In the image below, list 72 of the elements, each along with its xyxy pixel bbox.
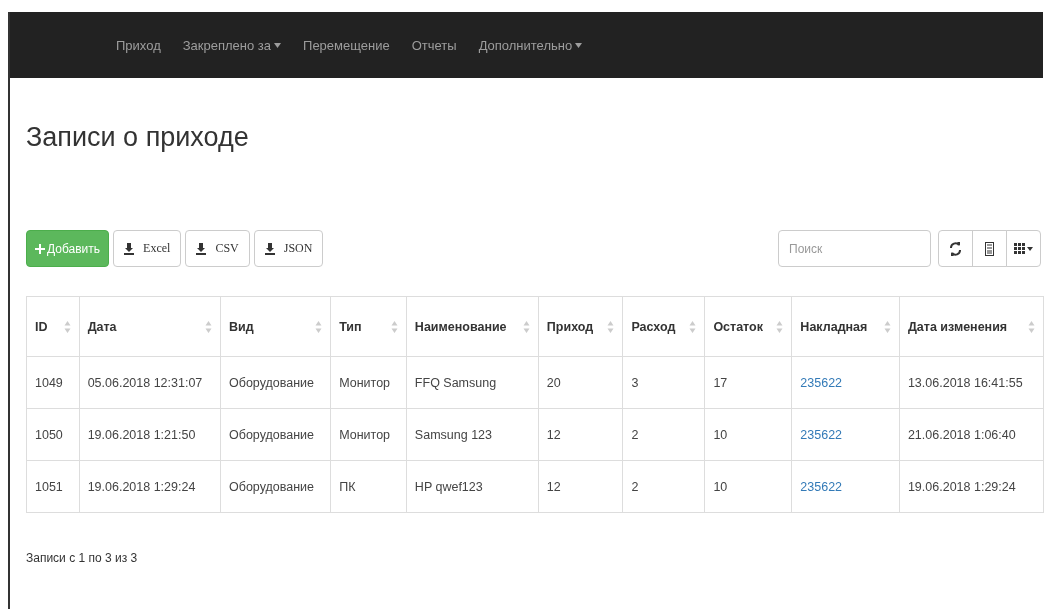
sort-icon[interactable] bbox=[522, 319, 530, 334]
table-cell: 19.06.2018 1:29:24 bbox=[899, 460, 1044, 513]
nav-link[interactable]: Перемещение bbox=[303, 37, 390, 53]
sort-icon[interactable] bbox=[390, 319, 398, 334]
table-cell: Samsung 123 bbox=[406, 408, 539, 461]
caret-icon bbox=[1027, 246, 1033, 251]
column-header[interactable]: Остаток bbox=[704, 296, 792, 357]
table-cell: Оборудование bbox=[220, 408, 331, 461]
table-cell: 3 bbox=[622, 356, 705, 409]
table-cell: HP qwef123 bbox=[406, 460, 539, 513]
export-button[interactable]: CSV bbox=[185, 230, 250, 267]
plus-icon bbox=[35, 243, 45, 254]
nav-link[interactable]: Отчеты bbox=[411, 37, 457, 53]
nav-link[interactable]: Приход bbox=[116, 37, 161, 53]
download-icon bbox=[264, 242, 275, 255]
invoice-link[interactable]: 235622 bbox=[800, 427, 843, 442]
table-cell: 20 bbox=[538, 356, 623, 409]
search-field[interactable]: Поиск bbox=[778, 230, 931, 267]
export-button[interactable]: Excel bbox=[113, 230, 182, 267]
table-cell: 19.06.2018 1:29:24 bbox=[79, 460, 221, 513]
column-header[interactable]: Дата изменения bbox=[899, 296, 1044, 357]
pagination-info: Записи с 1 по 3 из 3 bbox=[26, 551, 139, 565]
table-cell: 10 bbox=[704, 408, 792, 461]
page-title: Записи о приходе bbox=[26, 121, 250, 154]
sort-icon[interactable] bbox=[607, 319, 615, 334]
table-cell: 17 bbox=[704, 356, 792, 409]
table-cell: 2 bbox=[622, 408, 705, 461]
table-cell: ПК bbox=[330, 460, 407, 513]
sort-icon[interactable] bbox=[315, 319, 323, 334]
sort-icon[interactable] bbox=[63, 319, 71, 334]
table-cell: 13.06.2018 16:41:55 bbox=[899, 356, 1044, 409]
column-header[interactable]: Наименование bbox=[406, 296, 539, 357]
column-header[interactable]: Приход bbox=[538, 296, 623, 357]
download-icon bbox=[124, 242, 135, 255]
table-cell: 10 bbox=[704, 460, 792, 513]
column-header[interactable]: Расход bbox=[622, 296, 705, 357]
table-cell: Оборудование bbox=[220, 356, 331, 409]
table-cell: 12 bbox=[538, 460, 623, 513]
table-cell: 1051 bbox=[26, 460, 80, 513]
download-icon bbox=[196, 242, 207, 255]
column-header[interactable]: ID bbox=[26, 296, 80, 357]
table-cell: Монитор bbox=[330, 356, 407, 409]
table-cell: 19.06.2018 1:21:50 bbox=[79, 408, 221, 461]
nav-link[interactable]: Дополнительно bbox=[478, 37, 583, 53]
column-header[interactable]: Вид bbox=[220, 296, 331, 357]
sort-icon[interactable] bbox=[883, 319, 891, 334]
columns-button[interactable] bbox=[1006, 230, 1041, 267]
table-cell: 21.06.2018 1:06:40 bbox=[899, 408, 1044, 461]
refresh-icon bbox=[950, 241, 961, 256]
table-cell: 12 bbox=[538, 408, 623, 461]
table-cell: FFQ Samsung bbox=[406, 356, 539, 409]
table-cell: 1050 bbox=[26, 408, 80, 461]
column-header[interactable]: Накладная bbox=[791, 296, 900, 357]
sort-icon[interactable] bbox=[776, 319, 784, 334]
list-icon bbox=[985, 241, 994, 256]
table-cell: Монитор bbox=[330, 408, 407, 461]
grid-icon bbox=[1014, 243, 1025, 254]
invoice-link[interactable]: 235622 bbox=[800, 479, 843, 494]
nav-link[interactable]: Закреплено за bbox=[182, 37, 282, 53]
invoice-link[interactable]: 235622 bbox=[800, 375, 843, 390]
table-cell: 1049 bbox=[26, 356, 80, 409]
column-header[interactable]: Дата bbox=[79, 296, 221, 357]
table-cell: Оборудование bbox=[220, 460, 331, 513]
sort-icon[interactable] bbox=[205, 319, 213, 334]
toggle-view-button[interactable] bbox=[972, 230, 1007, 267]
sort-icon[interactable] bbox=[689, 319, 697, 334]
refresh-button[interactable] bbox=[938, 230, 973, 267]
export-button[interactable]: JSON bbox=[253, 230, 324, 267]
column-header[interactable]: Тип bbox=[330, 296, 407, 357]
table-cell: 2 bbox=[622, 460, 705, 513]
sort-icon[interactable] bbox=[1028, 319, 1035, 334]
table-cell: 05.06.2018 12:31:07 bbox=[79, 356, 221, 409]
